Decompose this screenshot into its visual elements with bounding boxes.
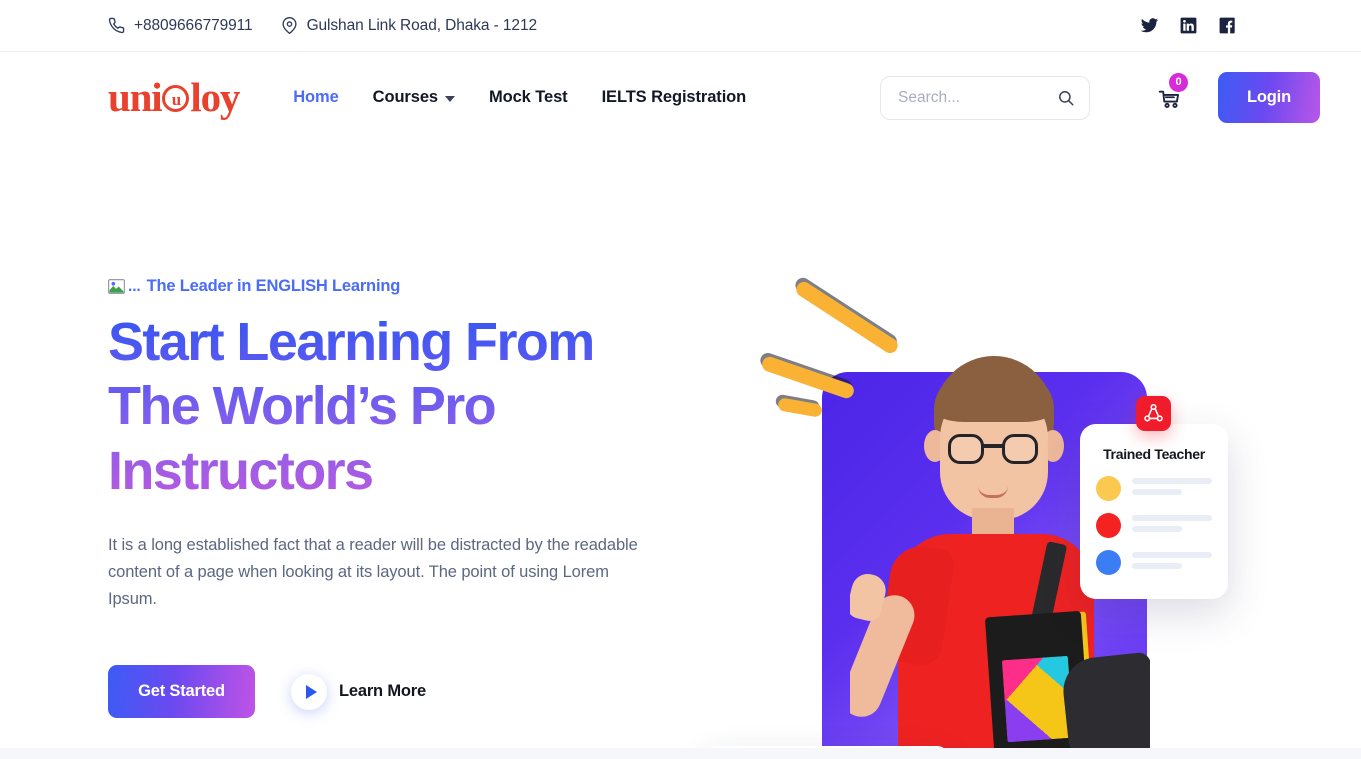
- nav-label-home: Home: [293, 88, 339, 106]
- teacher-placeholder-lines: [1132, 477, 1212, 500]
- headline-line-3: Instructors: [108, 440, 373, 501]
- facebook-icon[interactable]: [1218, 16, 1237, 35]
- topbar-contact-group: +8809666779911 Gulshan Link Road, Dhaka …: [108, 17, 537, 35]
- hero-content: ... The Leader in ENGLISH Learning Start…: [108, 277, 688, 719]
- teacher-placeholder-lines: [1132, 514, 1212, 537]
- logo-mark-letter: u: [171, 90, 182, 109]
- cart-count-badge: 0: [1169, 72, 1188, 92]
- cart-button[interactable]: 0: [1157, 72, 1188, 111]
- search-box[interactable]: [880, 75, 1090, 120]
- broken-image-icon: [108, 279, 125, 294]
- page-bottom-strip: [0, 748, 1361, 759]
- teacher-dot-yellow: [1096, 476, 1121, 501]
- photo-backpack: [1060, 651, 1150, 759]
- photo-fringe: [934, 372, 1054, 422]
- hero-cta-row: Get Started Learn More: [108, 665, 688, 719]
- nav-item-ielts-registration[interactable]: IELTS Registration: [602, 88, 747, 107]
- play-icon: [291, 673, 327, 710]
- login-button[interactable]: Login: [1218, 72, 1320, 123]
- site-logo[interactable]: uni u loy: [108, 74, 240, 120]
- phone-number: +8809666779911: [134, 16, 253, 34]
- nav-item-courses[interactable]: Courses: [373, 88, 455, 107]
- main-navigation: Home Courses Mock Test IELTS Registratio…: [293, 88, 746, 107]
- learn-more-button[interactable]: Learn More: [291, 673, 426, 710]
- teacher-row: [1096, 550, 1212, 575]
- nav-label-mock-test: Mock Test: [488, 88, 568, 106]
- teacher-dot-blue: [1096, 550, 1121, 575]
- photo-glasses-bridge: [983, 444, 1003, 448]
- site-header: uni u loy Home Courses Mock Test IELTS R…: [0, 52, 1361, 143]
- twitter-icon[interactable]: [1140, 16, 1159, 35]
- nav-item-mock-test[interactable]: Mock Test: [489, 88, 568, 107]
- hero-visual: Trained Teacher: [700, 279, 1260, 759]
- address-contact[interactable]: Gulshan Link Road, Dhaka - 1212: [281, 17, 537, 35]
- phone-icon: [108, 17, 125, 34]
- phone-contact[interactable]: +8809666779911: [108, 17, 253, 35]
- chevron-down-icon: [444, 95, 455, 102]
- logo-circle-mark: u: [162, 85, 190, 112]
- nav-label-ielts-registration: IELTS Registration: [601, 88, 747, 106]
- search-input[interactable]: [898, 88, 1057, 107]
- teacher-network-icon: [1136, 396, 1171, 431]
- logo-prefix: uni: [108, 74, 163, 120]
- location-pin-icon: [282, 17, 297, 34]
- photo-glasses-left: [948, 434, 984, 464]
- hero-headline: Start Learning From The World’s Pro Inst…: [108, 310, 648, 503]
- headline-line-2: The World’s Pro: [108, 376, 496, 437]
- linkedin-icon[interactable]: [1179, 16, 1198, 35]
- top-contact-bar: +8809666779911 Gulshan Link Road, Dhaka …: [0, 0, 1361, 52]
- photo-notebook-cover-art: [1001, 655, 1074, 743]
- trained-teacher-card: Trained Teacher: [1080, 396, 1228, 599]
- get-started-button[interactable]: Get Started: [108, 665, 255, 719]
- photo-glasses-right: [1002, 434, 1038, 464]
- learn-more-label: Learn More: [339, 682, 426, 701]
- nav-label-courses: Courses: [372, 88, 438, 106]
- header-actions: 0 Login: [880, 72, 1320, 123]
- decorative-dash-3: [777, 397, 823, 418]
- teacher-placeholder-lines: [1132, 551, 1212, 574]
- nav-item-home[interactable]: Home: [293, 88, 339, 107]
- trained-teacher-title: Trained Teacher: [1103, 446, 1205, 462]
- decorative-dash-1: [793, 279, 901, 356]
- hero-tagline: ... The Leader in ENGLISH Learning: [108, 277, 688, 296]
- hero-description: It is a long established fact that a rea…: [108, 535, 638, 609]
- hero-tagline-text: The Leader in ENGLISH Learning: [146, 277, 401, 295]
- search-icon[interactable]: [1057, 89, 1075, 107]
- address-text: Gulshan Link Road, Dhaka - 1212: [306, 16, 538, 34]
- logo-suffix: loy: [190, 74, 240, 120]
- teacher-dot-red: [1096, 513, 1121, 538]
- teacher-row: [1096, 513, 1212, 538]
- broken-image-alt-text: ...: [128, 277, 141, 295]
- teacher-row: [1096, 476, 1212, 501]
- social-links: [1140, 16, 1237, 35]
- headline-line-1: Start Learning From: [108, 312, 594, 372]
- hero-section: ... The Leader in ENGLISH Learning Start…: [0, 143, 1361, 759]
